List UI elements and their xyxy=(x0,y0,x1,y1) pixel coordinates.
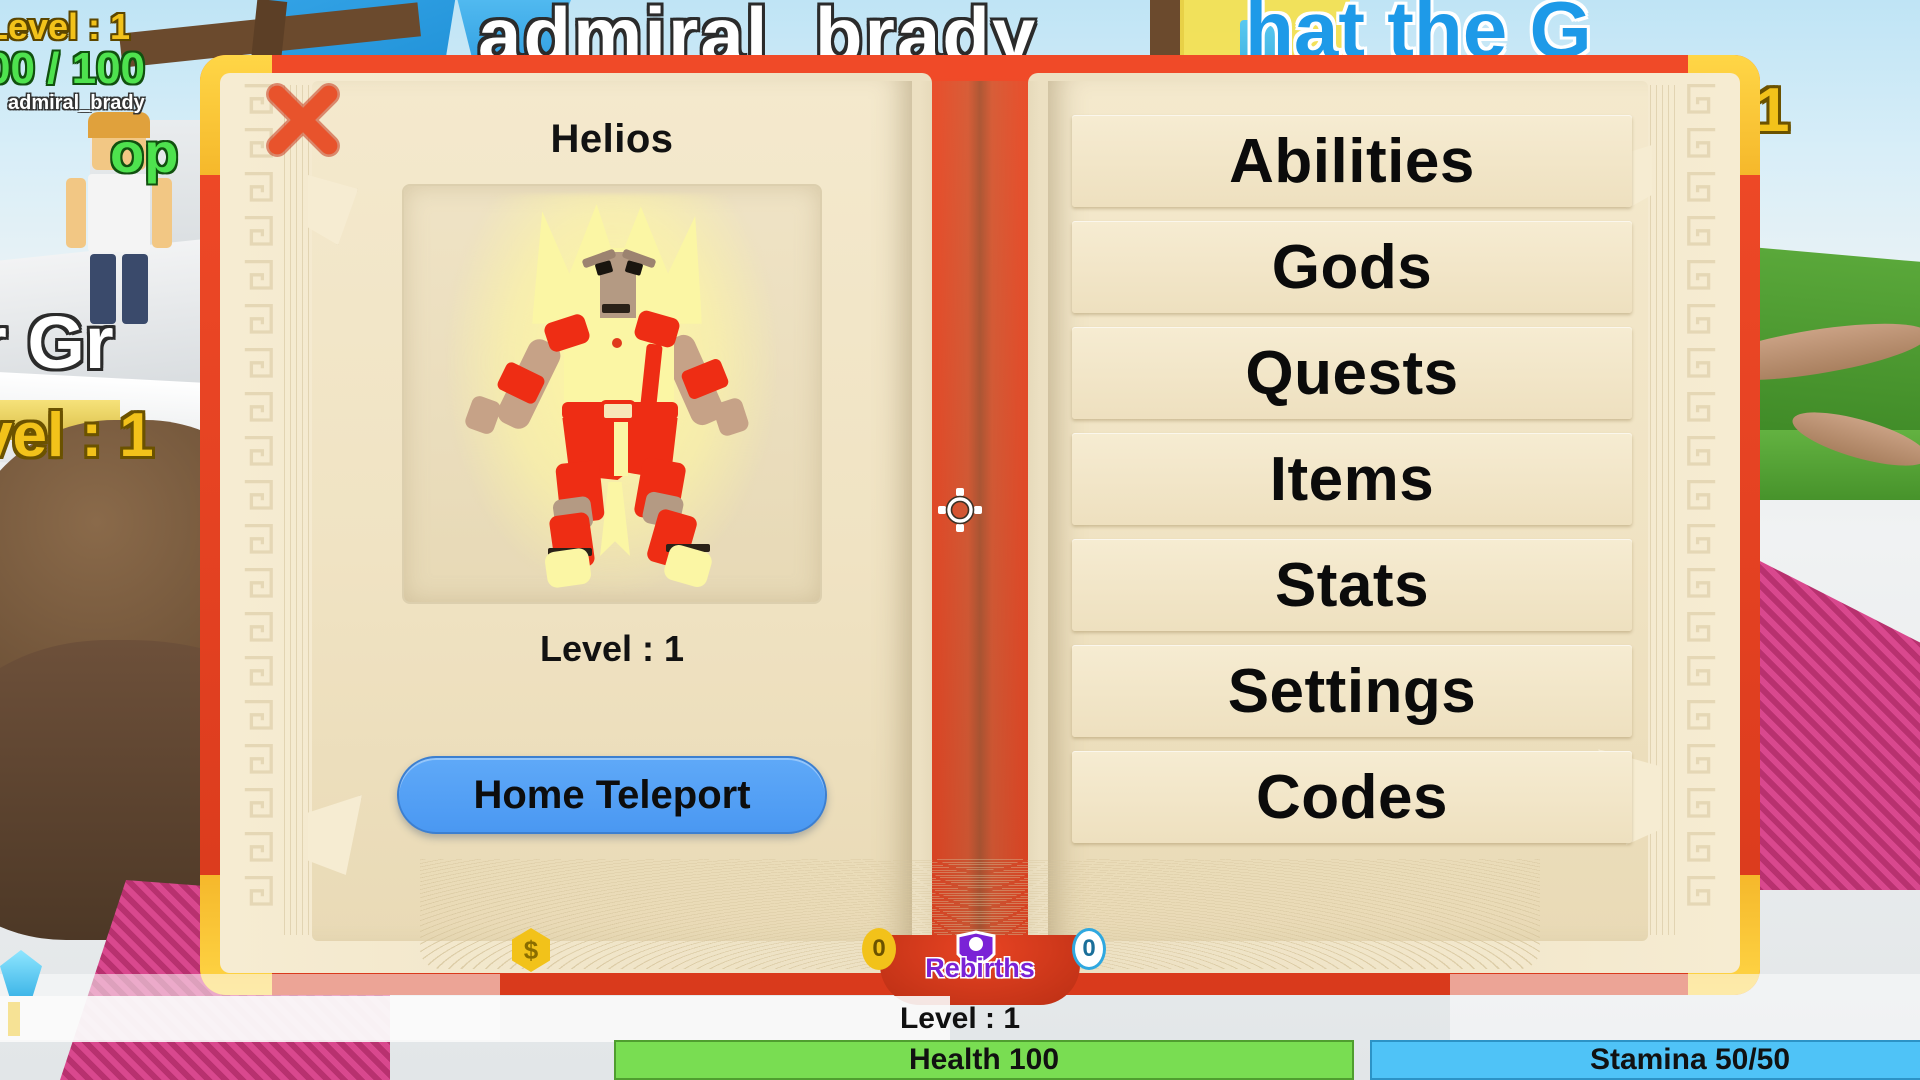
helios-boot-left xyxy=(543,547,593,589)
hud-left-strip xyxy=(0,974,500,1040)
crosshair-icon xyxy=(937,487,983,533)
hud-right-strip xyxy=(1450,974,1920,1040)
menu-item-settings[interactable]: Settings xyxy=(1072,645,1632,737)
menu-item-quests[interactable]: Quests xyxy=(1072,327,1632,419)
hud-username-text: admiral_brady xyxy=(8,92,145,114)
page-edge-lines-left xyxy=(284,85,310,935)
coin-count-badge-1: 0 xyxy=(862,928,896,970)
hud-health-text: 00 / 100 xyxy=(0,44,146,93)
left-page-content: Helios Level: 1 Home Teleport xyxy=(352,95,872,935)
menu-item-stats[interactable]: Stats xyxy=(1072,539,1632,631)
menu-item-codes[interactable]: Codes xyxy=(1072,751,1632,843)
helios-chest-detail xyxy=(612,338,622,348)
health-bar: Health 100 xyxy=(614,1040,1354,1080)
rebirths-label: Rebirths xyxy=(925,953,1035,983)
character-portrait-frame xyxy=(402,184,822,604)
hud-level-text: Level : 1 xyxy=(0,6,131,47)
greek-key-border-right xyxy=(1680,79,1724,937)
top-left-player-hud: Level : 1 00 / 100 admiral_brady xyxy=(0,6,145,115)
hud-level-label: Level : 1 xyxy=(899,1002,1021,1035)
greek-key-border-left xyxy=(236,79,280,937)
menu-item-items[interactable]: Items xyxy=(1072,433,1632,525)
main-menu-list: Abilities Gods Quests Items Stats Settin… xyxy=(1072,115,1632,843)
coin-count-badge-2: 0 xyxy=(1072,928,1106,970)
world-green-text: op xyxy=(110,121,179,184)
character-level-label: Level : 1 xyxy=(539,628,685,669)
menu-item-gods[interactable]: Gods xyxy=(1072,221,1632,313)
bottom-hud: $ 0 0 Rebirths Level : 1 Health 100 Stam… xyxy=(0,928,1920,1080)
home-teleport-button[interactable]: Home Teleport xyxy=(397,756,827,834)
helios-skirt-slit xyxy=(614,422,628,476)
page-title: Helios xyxy=(550,117,674,161)
menu-item-abilities[interactable]: Abilities xyxy=(1072,115,1632,207)
close-x-icon[interactable] xyxy=(260,77,346,163)
stamina-bar: Stamina 50/50 xyxy=(1370,1040,1920,1080)
helios-chin-band xyxy=(602,304,630,313)
